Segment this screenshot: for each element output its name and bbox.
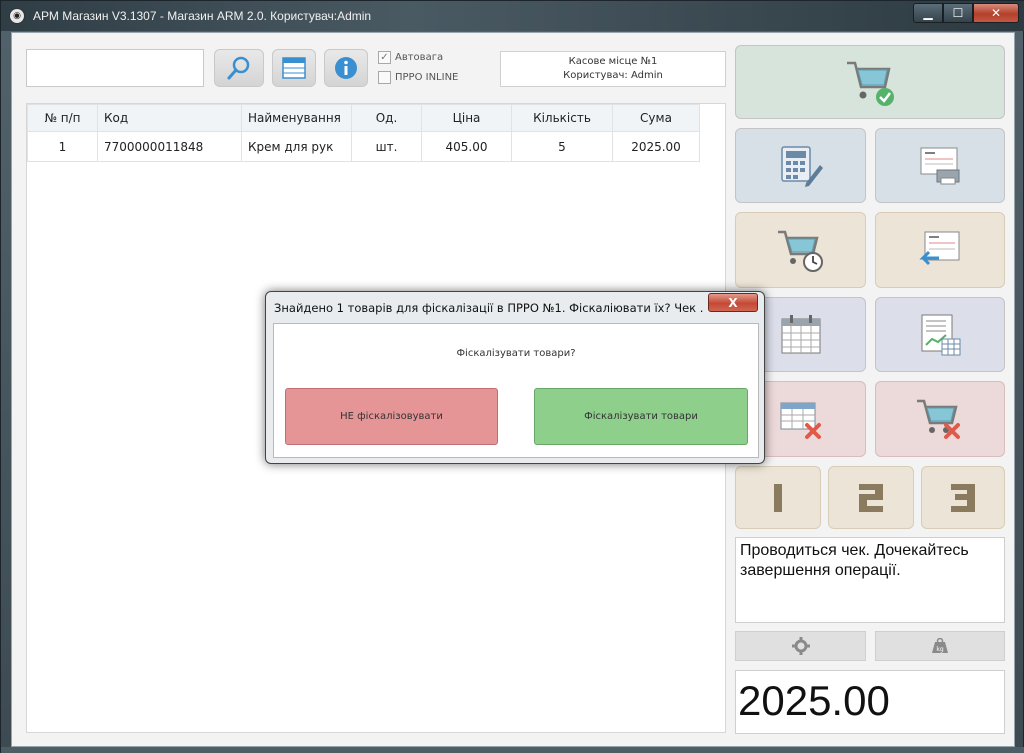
dialog-close-button[interactable]: X [708,293,758,312]
receipt-return-icon [919,231,960,266]
report-chart-icon [921,314,961,355]
return-receipt-button[interactable] [875,212,1005,288]
maximize-button[interactable]: ☐ [943,3,973,23]
receipt-table: № п/п Код Найменування Од. Ціна Кількіст… [27,104,700,162]
search-button[interactable] [214,49,264,87]
table-row[interactable]: 1 7700000011848 Крем для рук шт. 405.00 … [27,131,700,162]
cart-clock-icon [777,230,823,272]
dialog-question: Фіскалізувати товари? [456,348,576,359]
column-header[interactable]: Код [97,104,242,132]
weight-icon: kg [932,638,948,653]
autoweight-checkbox[interactable]: ✓ [378,51,391,64]
table-icon [282,57,306,79]
report-button[interactable] [875,297,1005,372]
autoweight-row: ✓ Автовага [378,51,443,64]
fiscalize-button[interactable]: Фіскалізувати товари [534,388,748,445]
sum-cell: 2025.00 [612,131,700,162]
column-header[interactable]: Од. [351,104,422,132]
price-cell: 405.00 [421,131,512,162]
search-icon [227,56,250,80]
close-window-button[interactable]: ✕ [973,3,1019,23]
checkout-button[interactable] [735,45,1005,119]
prro-inline-label: ПРРО INLINE [395,72,459,83]
dialog-title: Знайдено 1 товарів для фіскалізації в ПР… [274,301,704,315]
total-amount: 2025.00 [735,670,1005,734]
window-controls: ▁ ☐ ✕ [913,3,1019,23]
column-header[interactable]: № п/п [27,104,98,132]
prro-inline-checkbox[interactable] [378,71,391,84]
column-header[interactable]: Ціна [421,104,512,132]
deferred-check-button[interactable] [735,212,866,288]
register-1-button[interactable] [735,466,821,529]
calendar-icon [781,314,820,353]
app-window: ◉ АРМ Магазин V3.1307 - Магазин ARM 2.0.… [0,0,1024,753]
unit-cell: шт. [351,131,422,162]
window-title: АРМ Магазин V3.1307 - Магазин ARM 2.0. К… [33,9,372,23]
cart-delete-icon [917,399,960,439]
status-message: Проводиться чек. Дочекайтесь завершення … [735,537,1005,623]
table-delete-icon [780,402,821,439]
column-header[interactable]: Сума [612,104,700,132]
scale-button[interactable]: kg [875,631,1005,661]
digit-2-icon [859,483,883,512]
prro-inline-row: ПРРО INLINE [378,71,458,84]
register-2-button[interactable] [828,466,914,529]
title-bar[interactable]: ◉ АРМ Магазин V3.1307 - Магазин ARM 2.0.… [1,1,1024,31]
quantity-cell: 5 [511,131,613,162]
autoweight-label: Автовага [395,52,444,63]
fiscalization-dialog: Знайдено 1 товарів для фіскалізації в ПР… [265,291,765,464]
info-icon [335,57,357,79]
dialog-body: Фіскалізувати товари? НЕ фіскалізовувати… [273,323,759,458]
app-icon: ◉ [9,8,25,24]
receipt-printer-icon [920,147,960,184]
column-header[interactable]: Найменування [241,104,352,132]
name-cell: Крем для рук [241,131,352,162]
code-cell: 7700000011848 [97,131,242,162]
info-button[interactable] [324,49,368,87]
digit-1-icon [774,483,782,512]
register-info: Касове місце №1 Користувач: Admin [500,51,726,87]
calculator-edit-icon [780,145,823,187]
table-view-button[interactable] [272,49,316,87]
row-number-cell: 1 [27,131,98,162]
barcode-search-input[interactable] [26,49,204,87]
minimize-button[interactable]: ▁ [913,3,943,23]
cancel-check-button[interactable] [875,381,1005,457]
gear-icon [791,637,810,655]
register-place: Касове місце №1 [568,56,658,67]
scale-kg-label: kg [936,646,943,653]
digit-3-icon [951,483,975,512]
print-receipt-button[interactable] [875,128,1005,203]
register-3-button[interactable] [921,466,1005,529]
cart-check-icon [847,61,894,106]
settings-button[interactable] [735,631,866,661]
column-header[interactable]: Кількість [511,104,613,132]
do-not-fiscalize-button[interactable]: НЕ фіскалізовувати [285,388,498,445]
calculator-edit-button[interactable] [735,128,866,203]
table-header-row: № п/п Код Найменування Од. Ціна Кількіст… [27,104,700,132]
register-user: Користувач: Admin [563,70,663,81]
window-bottom-edge [1,747,1024,753]
